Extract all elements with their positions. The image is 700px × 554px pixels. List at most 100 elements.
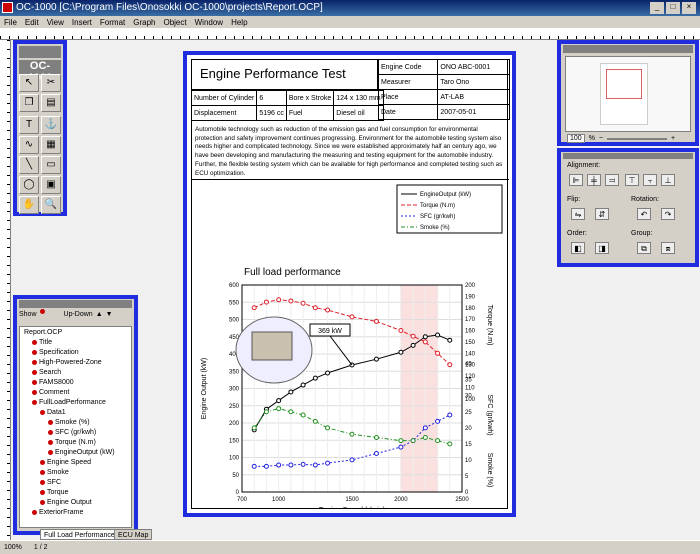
zoom-out-icon[interactable]: − <box>599 135 603 142</box>
up-down-label[interactable]: Up-Down <box>64 309 93 321</box>
toolbox-drag-handle[interactable] <box>19 46 61 58</box>
tree-item[interactable]: EngineOutput (kW) <box>48 448 115 458</box>
hand-icon[interactable]: ✋ <box>19 196 39 214</box>
menu-format[interactable]: Format <box>96 16 129 29</box>
visibility-icon[interactable] <box>40 499 45 505</box>
tree-item[interactable]: Report.OCP <box>24 328 62 338</box>
tree-item[interactable]: Data1 <box>40 408 66 418</box>
full-load-chart[interactable]: 050100150200250300350400450500550600700 1… <box>192 180 507 508</box>
tree-item[interactable]: SFC <box>40 478 61 488</box>
report-page[interactable]: Engine Performance Test Number of Cylind… <box>183 51 516 517</box>
tree-item[interactable]: Search <box>32 368 61 378</box>
align-bottom-icon[interactable]: ⊥ <box>661 174 675 186</box>
menu-insert[interactable]: Insert <box>68 16 96 29</box>
tree-item[interactable]: High-Powered-Zone <box>32 358 102 368</box>
text-icon[interactable]: T <box>19 116 39 134</box>
flip-horizontal-icon[interactable]: ⇋ <box>571 208 585 220</box>
rectangle-icon[interactable]: ▭ <box>41 156 61 174</box>
app-icon[interactable] <box>2 2 13 13</box>
pointer-icon[interactable]: ↖ <box>19 74 39 92</box>
paste-icon[interactable]: ▤ <box>41 94 61 112</box>
visibility-icon[interactable] <box>32 379 37 385</box>
graph-icon[interactable]: ∿ <box>19 136 39 154</box>
visibility-icon[interactable] <box>32 389 37 395</box>
visibility-icon[interactable] <box>40 479 45 485</box>
table-icon[interactable]: ▦ <box>41 136 61 154</box>
anchor-icon[interactable]: ⚓ <box>41 116 61 134</box>
show-toggle-icon[interactable] <box>39 309 45 314</box>
visibility-icon[interactable] <box>32 399 37 405</box>
align-center-icon[interactable]: ╪ <box>587 174 601 186</box>
align-right-icon[interactable]: ⫤ <box>605 174 619 186</box>
close-icon[interactable]: × <box>682 2 696 14</box>
thumbnail-viewport[interactable] <box>606 69 642 99</box>
up-arrow-icon[interactable]: ▲ <box>96 309 103 321</box>
rotate-left-icon[interactable]: ↶ <box>637 208 651 220</box>
image-icon[interactable]: ▣ <box>41 176 61 194</box>
menu-object[interactable]: Object <box>159 16 190 29</box>
menu-graph[interactable]: Graph <box>129 16 159 29</box>
tree-item[interactable]: Engine Speed <box>40 458 91 468</box>
maximize-icon[interactable]: □ <box>666 2 680 14</box>
zoom-slider[interactable] <box>607 137 668 140</box>
menu-edit[interactable]: Edit <box>21 16 43 29</box>
align-left-icon[interactable]: ⊫ <box>569 174 583 186</box>
visibility-icon[interactable] <box>48 419 53 425</box>
visibility-icon[interactable] <box>40 469 45 475</box>
align-top-icon[interactable]: ⊤ <box>625 174 639 186</box>
flip-vertical-icon[interactable]: ⇵ <box>595 208 609 220</box>
zoom-value[interactable]: 100 <box>567 134 585 143</box>
tab-full-load[interactable]: Full Load Performance <box>40 529 119 540</box>
page-thumbnail[interactable] <box>565 56 691 132</box>
info-table[interactable]: Engine Code ONO ABC-0001 Measurer Taro Ono… <box>377 59 510 120</box>
spec-table[interactable]: Number of Cylinder 6 Bore x Stroke 124 x 13… <box>190 90 384 121</box>
tree-item[interactable]: ExteriorFrame <box>32 508 83 518</box>
tree-item[interactable]: Torque <box>40 488 68 498</box>
visibility-icon[interactable] <box>48 429 53 435</box>
tree-item[interactable]: Smoke <box>40 468 69 478</box>
preview-drag-handle[interactable] <box>563 45 693 53</box>
line-icon[interactable]: ╲ <box>19 156 39 174</box>
visibility-icon[interactable] <box>40 459 45 465</box>
visibility-icon[interactable] <box>48 439 53 445</box>
tree-item[interactable]: Title <box>32 338 52 348</box>
visibility-icon[interactable] <box>32 369 37 375</box>
show-label[interactable]: Show <box>19 309 37 321</box>
send-back-icon[interactable]: ◨ <box>595 242 609 254</box>
down-arrow-icon[interactable]: ▼ <box>106 309 113 321</box>
tree-item[interactable]: Smoke (%) <box>48 418 90 428</box>
tree-drag-handle[interactable] <box>19 300 132 308</box>
copy-icon[interactable]: ❐ <box>19 94 39 112</box>
tree-item[interactable]: SFC (gr/kwh) <box>48 428 96 438</box>
group-icon[interactable]: ⧉ <box>637 242 651 254</box>
ellipse-icon[interactable]: ◯ <box>19 176 39 194</box>
object-tree[interactable]: Report.OCP Title Specification High-Powered… <box>19 326 132 528</box>
bring-front-icon[interactable]: ◧ <box>571 242 585 254</box>
rotate-right-icon[interactable]: ↷ <box>661 208 675 220</box>
visibility-icon[interactable] <box>40 409 45 415</box>
menu-file[interactable]: File <box>0 16 21 29</box>
menu-window[interactable]: Window <box>191 16 227 29</box>
zoom-in-icon[interactable]: + <box>671 135 675 142</box>
menu-view[interactable]: View <box>43 16 68 29</box>
tree-item[interactable]: Torque (N.m) <box>48 438 96 448</box>
tree-item[interactable]: FullLoadPerformance <box>32 398 106 408</box>
tree-item[interactable]: Engine Output <box>40 498 92 508</box>
zoom-icon[interactable]: 🔍 <box>41 196 61 214</box>
tab-ecu-map[interactable]: ECU Map <box>114 529 153 540</box>
visibility-icon[interactable] <box>40 489 45 495</box>
visibility-icon[interactable] <box>48 449 53 455</box>
visibility-icon[interactable] <box>32 359 37 365</box>
visibility-icon[interactable] <box>32 349 37 355</box>
menu-help[interactable]: Help <box>227 16 251 29</box>
tree-item[interactable]: Comment <box>32 388 69 398</box>
report-title[interactable]: Engine Performance Test <box>192 60 378 90</box>
cut-icon[interactable]: ✂ <box>41 74 61 92</box>
tree-item[interactable]: FAMS8000 <box>32 378 74 388</box>
layout-drag-handle[interactable] <box>563 153 693 159</box>
ungroup-icon[interactable]: ⧈ <box>661 242 675 254</box>
description-text[interactable]: Automobile technology such as reduction … <box>192 124 509 180</box>
visibility-icon[interactable] <box>32 339 37 345</box>
visibility-icon[interactable] <box>32 509 37 515</box>
tree-item[interactable]: Specification <box>32 348 79 358</box>
